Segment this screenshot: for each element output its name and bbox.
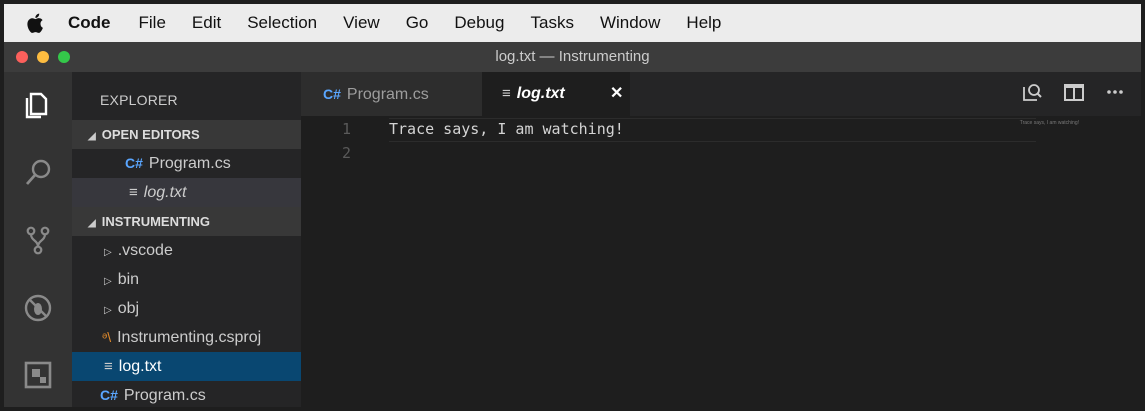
open-editor-item[interactable]: C# Program.cs xyxy=(72,149,301,178)
expanded-triangle-icon: ◢ xyxy=(88,131,96,142)
close-tab-icon[interactable]: ✕ xyxy=(610,72,623,116)
collapsed-triangle-icon: ▷ xyxy=(104,247,112,258)
tab-label: Program.cs xyxy=(346,86,429,103)
tree-item-label: Instrumenting.csproj xyxy=(117,329,262,346)
tree-item-folder[interactable]: ▷ .vscode xyxy=(72,236,301,265)
split-editor-icon[interactable] xyxy=(1063,81,1085,108)
window: Code File Edit Selection View Go Debug T… xyxy=(4,4,1141,407)
tab-label: log.txt xyxy=(516,85,565,102)
menu-debug[interactable]: Debug xyxy=(454,13,504,33)
activity-bar xyxy=(4,72,72,407)
open-editor-label: Program.cs xyxy=(148,155,231,172)
line-number: 1 xyxy=(341,120,351,138)
tree-item-label: Program.cs xyxy=(123,387,206,404)
tree-item-file[interactable]: ᵊ\ Instrumenting.csproj xyxy=(72,323,301,352)
menu-bar: Code File Edit Selection View Go Debug T… xyxy=(4,4,1141,42)
window-title: log.txt — Instrumenting xyxy=(495,48,650,65)
expanded-triangle-icon: ◢ xyxy=(88,218,96,229)
instrumenting-section[interactable]: ◢ INSTRUMENTING xyxy=(72,207,301,236)
source-control-icon[interactable] xyxy=(22,224,54,256)
tree-item-label: log.txt xyxy=(118,358,162,375)
folder-label: INSTRUMENTING xyxy=(101,214,211,229)
tree-item-file-selected[interactable]: ≡ log.txt xyxy=(72,352,301,381)
tab-log-txt[interactable]: ≡ log.txt ✕ xyxy=(482,72,630,116)
collapsed-triangle-icon: ▷ xyxy=(104,305,112,316)
extensions-icon[interactable] xyxy=(22,359,54,391)
tree-item-label: .vscode xyxy=(117,242,173,259)
open-editors-section[interactable]: ◢ OPEN EDITORS xyxy=(72,120,301,149)
editor-actions xyxy=(1021,72,1141,116)
open-preview-icon[interactable] xyxy=(1021,81,1043,108)
tree-item-label: obj xyxy=(117,300,140,317)
menu-edit[interactable]: Edit xyxy=(192,13,221,33)
csharp-icon: C# xyxy=(125,155,143,171)
open-editors-label: OPEN EDITORS xyxy=(101,127,200,142)
editor-tab-bar: C# Program.cs ≡ log.txt ✕ xyxy=(301,72,1141,116)
tree-item-label: bin xyxy=(117,271,140,288)
explorer-header: EXPLORER xyxy=(100,92,178,108)
code-editor[interactable]: 1 2 Trace says, I am watching! Trace say… xyxy=(301,116,1141,407)
tab-program-cs[interactable]: C# Program.cs xyxy=(301,72,482,116)
text-file-icon: ≡ xyxy=(129,184,138,201)
debug-icon[interactable] xyxy=(22,292,54,324)
open-editor-item[interactable]: ≡ log.txt xyxy=(72,178,301,207)
code-line[interactable]: Trace says, I am watching! xyxy=(389,120,624,138)
text-file-icon: ≡ xyxy=(104,358,113,375)
title-bar: log.txt — Instrumenting xyxy=(4,42,1141,72)
minimap[interactable]: Trace says, I am watching! xyxy=(1020,120,1079,126)
collapsed-triangle-icon: ▷ xyxy=(104,276,112,287)
menu-view[interactable]: View xyxy=(343,13,380,33)
tree-item-file[interactable]: C# Program.cs xyxy=(72,381,301,407)
menu-help[interactable]: Help xyxy=(686,13,721,33)
menu-app-code[interactable]: Code xyxy=(68,13,111,33)
open-editor-label: log.txt xyxy=(143,184,187,201)
more-actions-icon[interactable] xyxy=(1105,81,1125,108)
rss-icon: ᵊ\ xyxy=(102,329,112,345)
apple-icon[interactable] xyxy=(4,12,68,34)
menu-window[interactable]: Window xyxy=(600,13,660,33)
menu-go[interactable]: Go xyxy=(406,13,429,33)
csharp-icon: C# xyxy=(100,387,118,403)
text-file-icon: ≡ xyxy=(502,85,511,102)
menu-file[interactable]: File xyxy=(139,13,166,33)
tree-item-folder[interactable]: ▷ obj xyxy=(72,294,301,323)
csharp-icon: C# xyxy=(323,86,341,102)
menu-selection[interactable]: Selection xyxy=(247,13,317,33)
search-icon[interactable] xyxy=(22,157,54,189)
explorer-sidebar: EXPLORER ◢ OPEN EDITORS C# Program.cs ≡ log… xyxy=(72,72,301,407)
tree-item-folder[interactable]: ▷ bin xyxy=(72,265,301,294)
menu-tasks[interactable]: Tasks xyxy=(530,13,573,33)
files-icon[interactable] xyxy=(22,89,54,121)
line-number: 2 xyxy=(341,144,351,162)
